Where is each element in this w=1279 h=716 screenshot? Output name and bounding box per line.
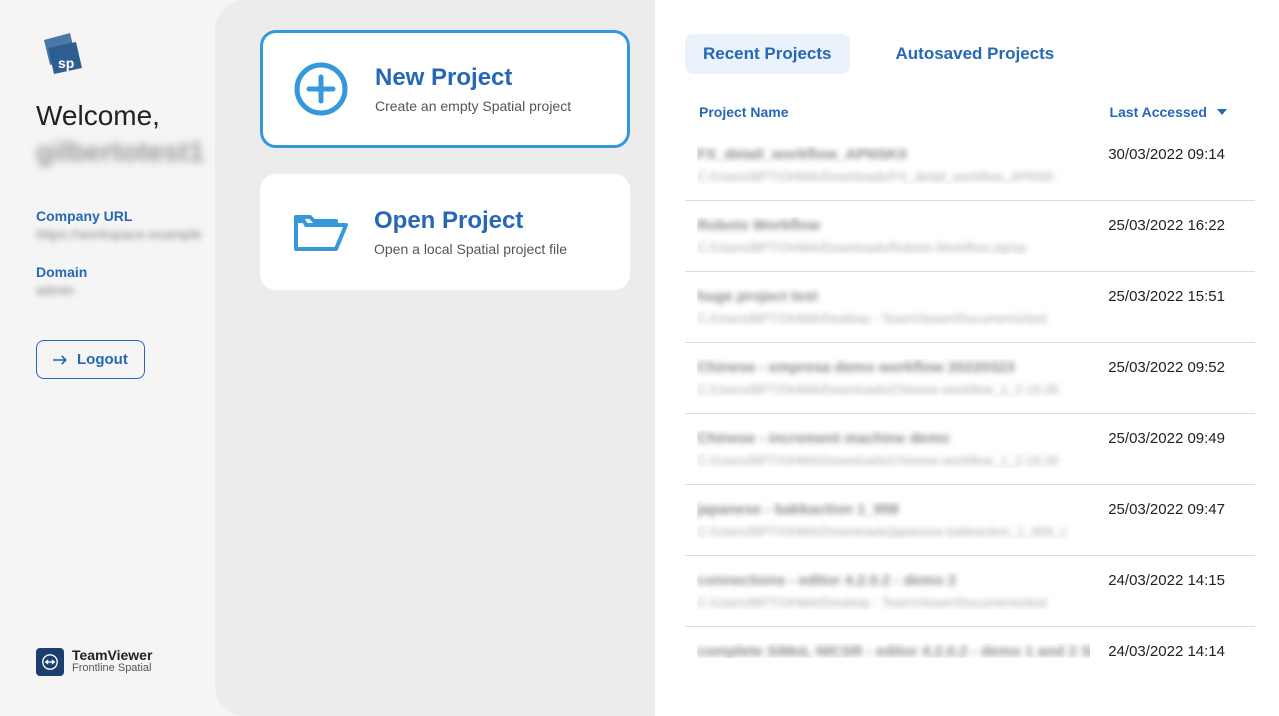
project-row[interactable]: FX_detail_workflow_APNSKit C:/Users/BPT/O… (685, 138, 1255, 201)
project-date: 25/03/2022 15:51 (1090, 288, 1241, 305)
username: gilbertotest1 (36, 136, 215, 168)
projects-list[interactable]: FX_detail_workflow_APNSKit C:/Users/BPT/O… (685, 138, 1261, 658)
project-path: C:/Users/BPT/OHMA/Downloads/Chinese-work… (697, 453, 1090, 468)
logout-button[interactable]: Logout (36, 340, 145, 379)
project-row[interactable]: huge project test C:/Users/BPT/OHMA/Deskt… (685, 272, 1255, 343)
action-panel: New Project Create an empty Spatial proj… (215, 0, 655, 716)
project-date: 24/03/2022 14:14 (1090, 643, 1241, 658)
svg-text:sp: sp (58, 55, 74, 71)
project-row[interactable]: connections - editor 4.2.0.2 - demo 2 C:/… (685, 556, 1255, 627)
sidebar: sp Welcome, gilbertotest1 Company URL ht… (0, 0, 215, 716)
plus-circle-icon (291, 59, 351, 119)
app-logo-icon: sp (36, 28, 86, 88)
new-project-title: New Project (375, 64, 571, 92)
open-project-desc: Open a local Spatial project file (374, 241, 567, 257)
project-row[interactable]: Chinese - increment machine demo C:/Users… (685, 414, 1255, 485)
tab-autosaved-projects[interactable]: Autosaved Projects (878, 34, 1073, 74)
open-project-card[interactable]: Open Project Open a local Spatial projec… (260, 174, 630, 290)
project-name: FX_detail_workflow_APNSKit (697, 146, 1090, 163)
col-project-name[interactable]: Project Name (699, 104, 788, 120)
project-name: huge project test (697, 288, 1090, 305)
tabs: Recent Projects Autosaved Projects (685, 34, 1261, 74)
project-row[interactable]: complete SiMoL NICSR - editor 4.2.0.2 - … (685, 627, 1255, 658)
project-row[interactable]: Chinese - empresa demo workflow 20220323… (685, 343, 1255, 414)
project-path: C:/Users/BPT/OHMA/Downloads/FX_detail_wo… (697, 169, 1090, 184)
project-path: C:/Users/BPT/OHMA/Downloads/Chinese-work… (697, 382, 1090, 397)
folder-open-icon (290, 202, 350, 262)
project-date: 24/03/2022 14:15 (1090, 572, 1241, 589)
project-name: Chinese - increment machine demo (697, 430, 1090, 447)
project-name: complete SiMoL NICSR - editor 4.2.0.2 - … (697, 643, 1090, 658)
sidebar-footer: TeamViewer Frontline Spatial (36, 648, 215, 696)
project-path: C:/Users/BPT/OHMA/Downloads/japanese-bak… (697, 524, 1090, 539)
domain-value: admin (36, 282, 215, 298)
project-name: connections - editor 4.2.0.2 - demo 2 (697, 572, 1090, 589)
footer-sub: Frontline Spatial (72, 662, 152, 675)
project-path: C:/Users/BPT/OHMA/Desktop - TeamViewer/D… (697, 595, 1090, 610)
footer-brand: TeamViewer (72, 648, 152, 662)
project-path: C:/Users/BPT/OHMA/Downloads/Robots-Workf… (697, 240, 1090, 255)
open-project-title: Open Project (374, 207, 567, 235)
teamviewer-logo-icon (36, 648, 64, 676)
arrow-right-icon (53, 353, 69, 367)
project-row[interactable]: japanese - bakkaction 1_958 C:/Users/BPT/… (685, 485, 1255, 556)
company-url-label: Company URL (36, 208, 215, 224)
project-name: japanese - bakkaction 1_958 (697, 501, 1090, 518)
project-date: 25/03/2022 09:49 (1090, 430, 1241, 447)
domain-label: Domain (36, 264, 215, 280)
sort-desc-icon (1217, 109, 1227, 115)
col-last-accessed-label: Last Accessed (1109, 104, 1207, 120)
table-header: Project Name Last Accessed (685, 104, 1261, 138)
project-date: 25/03/2022 16:22 (1090, 217, 1241, 234)
tab-recent-projects[interactable]: Recent Projects (685, 34, 850, 74)
project-date: 25/03/2022 09:52 (1090, 359, 1241, 376)
project-name: Robots Workflow (697, 217, 1090, 234)
logout-label: Logout (77, 351, 128, 368)
new-project-card[interactable]: New Project Create an empty Spatial proj… (260, 30, 630, 148)
project-name: Chinese - empresa demo workflow 20220323 (697, 359, 1090, 376)
new-project-desc: Create an empty Spatial project (375, 98, 571, 114)
col-last-accessed[interactable]: Last Accessed (1109, 104, 1227, 120)
projects-panel: Recent Projects Autosaved Projects Proje… (655, 0, 1279, 716)
welcome-label: Welcome, (36, 98, 215, 134)
project-date: 25/03/2022 09:47 (1090, 501, 1241, 518)
company-url-value: https://workspace.example (36, 226, 215, 242)
project-row[interactable]: Robots Workflow C:/Users/BPT/OHMA/Downloa… (685, 201, 1255, 272)
project-date: 30/03/2022 09:14 (1090, 146, 1241, 163)
project-path: C:/Users/BPT/OHMA/Desktop - TeamViewer/D… (697, 311, 1090, 326)
